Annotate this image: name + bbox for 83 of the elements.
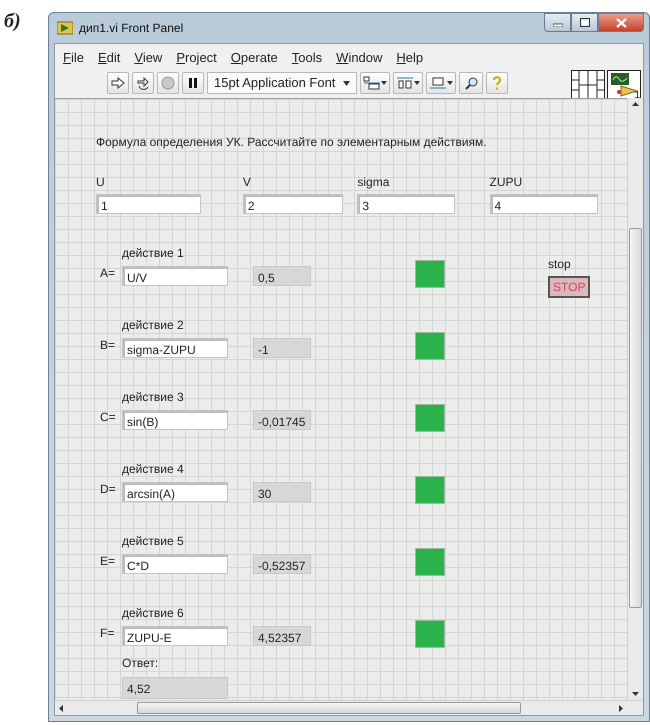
numeric-control[interactable]: 4: [490, 194, 598, 214]
resize-objects-icon: [429, 76, 448, 90]
connector-pane-icon: [571, 70, 605, 100]
description-text: Формула определения УК. Рассчитайте по элементарным действиям.: [96, 134, 488, 151]
formula-field[interactable]: C*D: [122, 554, 228, 574]
menu-item[interactable]: Edit: [98, 48, 120, 66]
close-icon: [616, 18, 626, 28]
input-label: ZUPU: [490, 174, 524, 191]
action-label: действие 2: [122, 317, 185, 334]
input-label: U: [96, 174, 106, 191]
menu-item[interactable]: Tools: [292, 48, 322, 66]
result-indicator: -1: [253, 338, 311, 358]
help-icon: [492, 76, 502, 90]
window-title: дип1.vi Front Panel: [79, 20, 184, 37]
action-label: действие 4: [122, 461, 185, 478]
connector-number: 1: [634, 89, 640, 103]
input-label: sigma: [357, 174, 390, 191]
formula-field[interactable]: ZUPU-E: [122, 626, 228, 646]
vi-icon: [607, 70, 641, 100]
answer-indicator: 4,52: [122, 677, 228, 699]
menu-item[interactable]: Window: [336, 48, 382, 66]
run-arrow-icon: [111, 77, 125, 89]
caret-icon: [381, 81, 388, 85]
result-indicator: -0,52357: [253, 554, 311, 574]
formula-field[interactable]: sin(B): [122, 410, 228, 430]
menu-item[interactable]: Help: [396, 48, 424, 66]
formula-prefix: A=: [100, 265, 116, 282]
horizontal-scrollbar[interactable]: [55, 700, 643, 715]
action-label: действие 5: [122, 533, 185, 550]
stop-label: stop: [548, 256, 572, 273]
figure-label: б): [4, 9, 21, 34]
formula-prefix: C=: [100, 409, 117, 426]
menu-item[interactable]: Operate: [230, 48, 278, 66]
align-objects-button[interactable]: [360, 72, 390, 94]
menu-item[interactable]: Project: [176, 48, 217, 66]
vertical-scrollbar[interactable]: [627, 98, 643, 700]
scroll-up-icon: [632, 102, 639, 106]
distribute-objects-button[interactable]: [393, 72, 424, 94]
numeric-control[interactable]: 3: [357, 194, 456, 214]
vi-icon: [57, 21, 73, 35]
pause-button[interactable]: [182, 72, 204, 94]
action-label: действие 3: [122, 389, 185, 406]
abort-icon: [161, 76, 175, 90]
menu-item[interactable]: File: [63, 48, 84, 66]
numeric-control[interactable]: 1: [96, 194, 201, 214]
formula-prefix: E=: [100, 553, 116, 570]
scroll-down-icon: [632, 692, 639, 696]
formula-prefix: B=: [100, 337, 116, 354]
distribute-objects-icon: [396, 76, 414, 90]
minimize-button[interactable]: [544, 13, 571, 32]
scroll-right-icon: [619, 705, 623, 712]
align-objects-icon: [363, 76, 382, 90]
caret-icon: [447, 81, 454, 85]
zoom-button[interactable]: [459, 72, 484, 94]
run-continuously-icon: [136, 76, 150, 90]
formula-field[interactable]: U/V: [122, 266, 228, 286]
run-button[interactable]: [107, 72, 129, 94]
menu-item[interactable]: View: [134, 48, 162, 66]
formula-field[interactable]: arcsin(A): [122, 482, 228, 502]
formula-field[interactable]: sigma-ZUPU: [122, 338, 228, 358]
scroll-thumb[interactable]: [629, 228, 642, 608]
run-continuously-button[interactable]: [132, 72, 154, 94]
scroll-left-icon: [59, 705, 63, 712]
result-indicator: 4,52357: [253, 626, 311, 646]
pause-icon: [188, 77, 198, 89]
resize-objects-button[interactable]: [426, 72, 456, 94]
formula-prefix: F=: [100, 625, 116, 642]
close-button[interactable]: [598, 13, 644, 32]
action-label: действие 1: [122, 245, 185, 262]
input-label: V: [242, 174, 252, 191]
formula-prefix: D=: [100, 481, 117, 498]
result-indicator: 30: [253, 482, 311, 502]
action-label: действие 6: [122, 605, 185, 622]
result-indicator: 0,5: [253, 266, 311, 286]
result-indicator: -0,01745: [253, 410, 311, 430]
maximize-button[interactable]: [571, 13, 598, 32]
caret-icon: [414, 81, 420, 85]
font-dropdown[interactable]: 15pt Application Font: [207, 72, 358, 94]
answer-label: Ответ:: [122, 655, 160, 672]
numeric-control[interactable]: 2: [242, 194, 343, 214]
scroll-thumb[interactable]: [137, 702, 521, 714]
caret-icon: [343, 80, 350, 86]
maximize-icon: [580, 18, 590, 27]
